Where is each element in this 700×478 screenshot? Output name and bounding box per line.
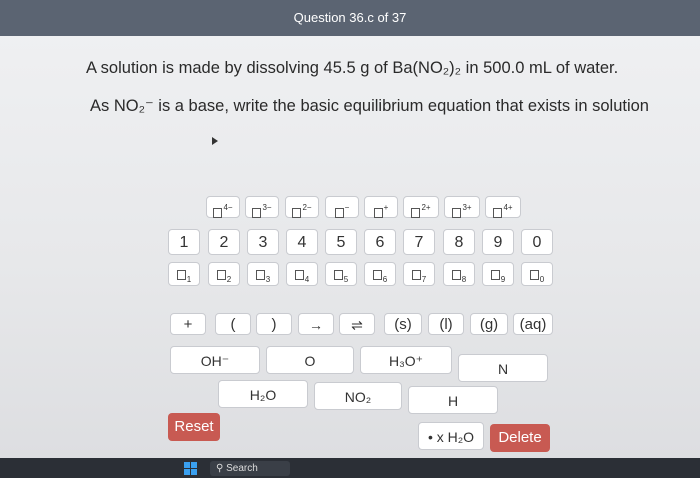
- charge-key-3plus[interactable]: 3+: [444, 196, 480, 218]
- subscript-key-8[interactable]: 8: [443, 262, 475, 286]
- subscript-key-5[interactable]: 5: [325, 262, 357, 286]
- reset-button[interactable]: Reset: [168, 413, 220, 441]
- close-paren-key[interactable]: ): [256, 313, 292, 335]
- taskbar-search-label: Search: [226, 463, 258, 474]
- charge-key-minus[interactable]: −: [325, 196, 359, 218]
- subscript-key-2[interactable]: 2: [208, 262, 240, 286]
- number-key-9[interactable]: 9: [482, 229, 514, 255]
- species-key-nitrite[interactable]: NO₂: [314, 382, 402, 410]
- species-key-hydrogen[interactable]: H: [408, 386, 498, 414]
- subscript-key-9[interactable]: 9: [482, 262, 514, 286]
- charge-key-4minus[interactable]: 4−: [206, 196, 240, 218]
- charge-key-plus[interactable]: +: [364, 196, 398, 218]
- question-line-1: A solution is made by dissolving 45.5 g …: [86, 59, 619, 77]
- number-key-8[interactable]: 8: [443, 229, 475, 255]
- windows-start-icon[interactable]: [184, 462, 197, 475]
- subscript-key-1[interactable]: 1: [168, 262, 200, 286]
- subscript-key-3[interactable]: 3: [247, 262, 279, 286]
- species-key-water[interactable]: H₂O: [218, 380, 308, 408]
- header-bar: Question 36.c of 37: [0, 0, 700, 36]
- number-key-6[interactable]: 6: [364, 229, 396, 255]
- delete-button[interactable]: Delete: [490, 424, 550, 452]
- solid-state-key[interactable]: (s): [384, 313, 422, 335]
- subscript-key-4[interactable]: 4: [286, 262, 318, 286]
- subscript-key-7[interactable]: 7: [403, 262, 435, 286]
- number-key-5[interactable]: 5: [325, 229, 357, 255]
- charge-key-3minus[interactable]: 3−: [245, 196, 279, 218]
- number-key-1[interactable]: 1: [168, 229, 200, 255]
- species-key-oxygen[interactable]: O: [266, 346, 354, 374]
- open-paren-key[interactable]: (: [215, 313, 251, 335]
- water-of-hydration-key[interactable]: • x H₂O: [418, 422, 484, 450]
- species-key-hydronium[interactable]: H₃O⁺: [360, 346, 452, 374]
- number-key-7[interactable]: 7: [403, 229, 435, 255]
- taskbar-search-input[interactable]: ⚲ Search: [210, 461, 290, 476]
- species-key-hydroxide[interactable]: OH⁻: [170, 346, 260, 374]
- number-key-3[interactable]: 3: [247, 229, 279, 255]
- question-line-2: As NO₂⁻ is a base, write the basic equil…: [90, 97, 649, 115]
- plus-key[interactable]: +: [170, 313, 206, 335]
- question-counter: Question 36.c of 37: [293, 10, 407, 25]
- gas-state-key[interactable]: (g): [470, 313, 508, 335]
- charge-key-2minus[interactable]: 2−: [285, 196, 319, 218]
- subscript-key-0[interactable]: 0: [521, 262, 553, 286]
- taskbar: [0, 458, 700, 478]
- number-key-0[interactable]: 0: [521, 229, 553, 255]
- mouse-cursor-icon: [212, 137, 218, 145]
- reaction-arrow-key[interactable]: →: [298, 313, 334, 335]
- charge-key-2plus[interactable]: 2+: [403, 196, 439, 218]
- aqueous-state-key[interactable]: (aq): [513, 313, 553, 335]
- species-key-nitrogen[interactable]: N: [458, 354, 548, 382]
- liquid-state-key[interactable]: (l): [428, 313, 464, 335]
- equilibrium-arrow-key[interactable]: ⇌: [339, 313, 375, 335]
- subscript-key-6[interactable]: 6: [364, 262, 396, 286]
- number-key-2[interactable]: 2: [208, 229, 240, 255]
- screen: Question 36.c of 37 A solution is made b…: [0, 0, 700, 478]
- charge-key-4plus[interactable]: 4+: [485, 196, 521, 218]
- number-key-4[interactable]: 4: [286, 229, 318, 255]
